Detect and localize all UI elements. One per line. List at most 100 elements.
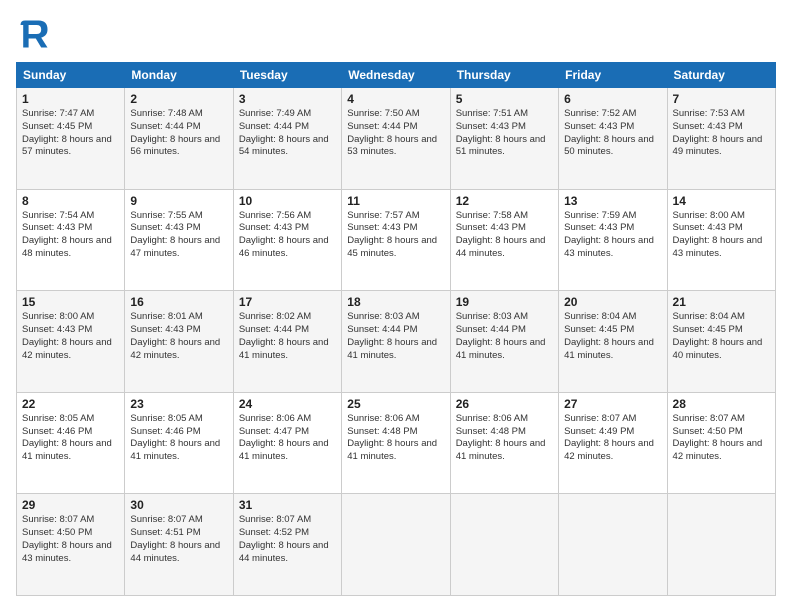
day-number: 25 (347, 397, 444, 411)
calendar-cell: 3 Sunrise: 7:49 AMSunset: 4:44 PMDayligh… (233, 88, 341, 190)
calendar-cell: 21 Sunrise: 8:04 AMSunset: 4:45 PMDaylig… (667, 291, 775, 393)
day-info: Sunrise: 8:02 AMSunset: 4:44 PMDaylight:… (239, 311, 329, 360)
day-info: Sunrise: 7:59 AMSunset: 4:43 PMDaylight:… (564, 210, 654, 259)
col-tuesday: Tuesday (233, 63, 341, 88)
calendar-cell: 1 Sunrise: 7:47 AMSunset: 4:45 PMDayligh… (17, 88, 125, 190)
calendar-cell: 23 Sunrise: 8:05 AMSunset: 4:46 PMDaylig… (125, 392, 233, 494)
calendar-cell: 15 Sunrise: 8:00 AMSunset: 4:43 PMDaylig… (17, 291, 125, 393)
day-number: 3 (239, 92, 336, 106)
day-number: 20 (564, 295, 661, 309)
col-sunday: Sunday (17, 63, 125, 88)
page: Sunday Monday Tuesday Wednesday Thursday… (0, 0, 792, 612)
day-info: Sunrise: 8:07 AMSunset: 4:50 PMDaylight:… (673, 413, 763, 462)
day-info: Sunrise: 8:07 AMSunset: 4:50 PMDaylight:… (22, 514, 112, 563)
day-info: Sunrise: 7:49 AMSunset: 4:44 PMDaylight:… (239, 108, 329, 157)
calendar-week-row: 22 Sunrise: 8:05 AMSunset: 4:46 PMDaylig… (17, 392, 776, 494)
day-number: 14 (673, 194, 770, 208)
calendar-cell: 16 Sunrise: 8:01 AMSunset: 4:43 PMDaylig… (125, 291, 233, 393)
calendar-cell: 17 Sunrise: 8:02 AMSunset: 4:44 PMDaylig… (233, 291, 341, 393)
day-number: 9 (130, 194, 227, 208)
day-number: 11 (347, 194, 444, 208)
col-wednesday: Wednesday (342, 63, 450, 88)
day-number: 19 (456, 295, 553, 309)
day-number: 1 (22, 92, 119, 106)
day-number: 8 (22, 194, 119, 208)
col-thursday: Thursday (450, 63, 558, 88)
calendar-week-row: 15 Sunrise: 8:00 AMSunset: 4:43 PMDaylig… (17, 291, 776, 393)
calendar-cell: 19 Sunrise: 8:03 AMSunset: 4:44 PMDaylig… (450, 291, 558, 393)
day-number: 6 (564, 92, 661, 106)
calendar-cell: 13 Sunrise: 7:59 AMSunset: 4:43 PMDaylig… (559, 189, 667, 291)
day-info: Sunrise: 7:51 AMSunset: 4:43 PMDaylight:… (456, 108, 546, 157)
calendar-week-row: 1 Sunrise: 7:47 AMSunset: 4:45 PMDayligh… (17, 88, 776, 190)
day-number: 5 (456, 92, 553, 106)
day-info: Sunrise: 8:07 AMSunset: 4:51 PMDaylight:… (130, 514, 220, 563)
day-info: Sunrise: 8:04 AMSunset: 4:45 PMDaylight:… (673, 311, 763, 360)
day-info: Sunrise: 8:00 AMSunset: 4:43 PMDaylight:… (22, 311, 112, 360)
day-info: Sunrise: 8:01 AMSunset: 4:43 PMDaylight:… (130, 311, 220, 360)
calendar-cell (450, 494, 558, 596)
calendar-cell: 12 Sunrise: 7:58 AMSunset: 4:43 PMDaylig… (450, 189, 558, 291)
day-info: Sunrise: 7:55 AMSunset: 4:43 PMDaylight:… (130, 210, 220, 259)
calendar-cell: 29 Sunrise: 8:07 AMSunset: 4:50 PMDaylig… (17, 494, 125, 596)
calendar-cell (342, 494, 450, 596)
calendar-week-row: 8 Sunrise: 7:54 AMSunset: 4:43 PMDayligh… (17, 189, 776, 291)
calendar-cell: 5 Sunrise: 7:51 AMSunset: 4:43 PMDayligh… (450, 88, 558, 190)
day-number: 29 (22, 498, 119, 512)
day-info: Sunrise: 7:50 AMSunset: 4:44 PMDaylight:… (347, 108, 437, 157)
calendar: Sunday Monday Tuesday Wednesday Thursday… (16, 62, 776, 596)
day-info: Sunrise: 7:58 AMSunset: 4:43 PMDaylight:… (456, 210, 546, 259)
calendar-cell: 26 Sunrise: 8:06 AMSunset: 4:48 PMDaylig… (450, 392, 558, 494)
day-info: Sunrise: 8:06 AMSunset: 4:48 PMDaylight:… (347, 413, 437, 462)
day-info: Sunrise: 8:04 AMSunset: 4:45 PMDaylight:… (564, 311, 654, 360)
day-info: Sunrise: 7:47 AMSunset: 4:45 PMDaylight:… (22, 108, 112, 157)
day-number: 26 (456, 397, 553, 411)
calendar-cell: 25 Sunrise: 8:06 AMSunset: 4:48 PMDaylig… (342, 392, 450, 494)
day-info: Sunrise: 7:56 AMSunset: 4:43 PMDaylight:… (239, 210, 329, 259)
calendar-cell: 18 Sunrise: 8:03 AMSunset: 4:44 PMDaylig… (342, 291, 450, 393)
logo-icon (16, 16, 52, 52)
calendar-cell: 22 Sunrise: 8:05 AMSunset: 4:46 PMDaylig… (17, 392, 125, 494)
day-number: 13 (564, 194, 661, 208)
calendar-header-row: Sunday Monday Tuesday Wednesday Thursday… (17, 63, 776, 88)
day-info: Sunrise: 8:03 AMSunset: 4:44 PMDaylight:… (456, 311, 546, 360)
day-number: 15 (22, 295, 119, 309)
day-number: 30 (130, 498, 227, 512)
col-saturday: Saturday (667, 63, 775, 88)
header (16, 16, 776, 52)
day-info: Sunrise: 8:05 AMSunset: 4:46 PMDaylight:… (130, 413, 220, 462)
day-number: 7 (673, 92, 770, 106)
day-info: Sunrise: 8:06 AMSunset: 4:48 PMDaylight:… (456, 413, 546, 462)
day-info: Sunrise: 8:06 AMSunset: 4:47 PMDaylight:… (239, 413, 329, 462)
day-number: 2 (130, 92, 227, 106)
calendar-cell: 31 Sunrise: 8:07 AMSunset: 4:52 PMDaylig… (233, 494, 341, 596)
day-info: Sunrise: 7:54 AMSunset: 4:43 PMDaylight:… (22, 210, 112, 259)
col-monday: Monday (125, 63, 233, 88)
day-number: 31 (239, 498, 336, 512)
day-info: Sunrise: 8:07 AMSunset: 4:49 PMDaylight:… (564, 413, 654, 462)
day-info: Sunrise: 7:52 AMSunset: 4:43 PMDaylight:… (564, 108, 654, 157)
calendar-cell (559, 494, 667, 596)
calendar-cell: 2 Sunrise: 7:48 AMSunset: 4:44 PMDayligh… (125, 88, 233, 190)
calendar-cell: 14 Sunrise: 8:00 AMSunset: 4:43 PMDaylig… (667, 189, 775, 291)
calendar-cell: 24 Sunrise: 8:06 AMSunset: 4:47 PMDaylig… (233, 392, 341, 494)
calendar-cell: 30 Sunrise: 8:07 AMSunset: 4:51 PMDaylig… (125, 494, 233, 596)
calendar-cell: 28 Sunrise: 8:07 AMSunset: 4:50 PMDaylig… (667, 392, 775, 494)
day-number: 22 (22, 397, 119, 411)
day-number: 10 (239, 194, 336, 208)
calendar-cell: 27 Sunrise: 8:07 AMSunset: 4:49 PMDaylig… (559, 392, 667, 494)
calendar-cell: 8 Sunrise: 7:54 AMSunset: 4:43 PMDayligh… (17, 189, 125, 291)
calendar-cell: 20 Sunrise: 8:04 AMSunset: 4:45 PMDaylig… (559, 291, 667, 393)
calendar-cell: 10 Sunrise: 7:56 AMSunset: 4:43 PMDaylig… (233, 189, 341, 291)
day-number: 18 (347, 295, 444, 309)
calendar-cell (667, 494, 775, 596)
col-friday: Friday (559, 63, 667, 88)
day-number: 21 (673, 295, 770, 309)
day-number: 12 (456, 194, 553, 208)
day-number: 4 (347, 92, 444, 106)
day-number: 17 (239, 295, 336, 309)
calendar-cell: 6 Sunrise: 7:52 AMSunset: 4:43 PMDayligh… (559, 88, 667, 190)
logo (16, 16, 56, 52)
day-info: Sunrise: 7:57 AMSunset: 4:43 PMDaylight:… (347, 210, 437, 259)
day-info: Sunrise: 8:07 AMSunset: 4:52 PMDaylight:… (239, 514, 329, 563)
